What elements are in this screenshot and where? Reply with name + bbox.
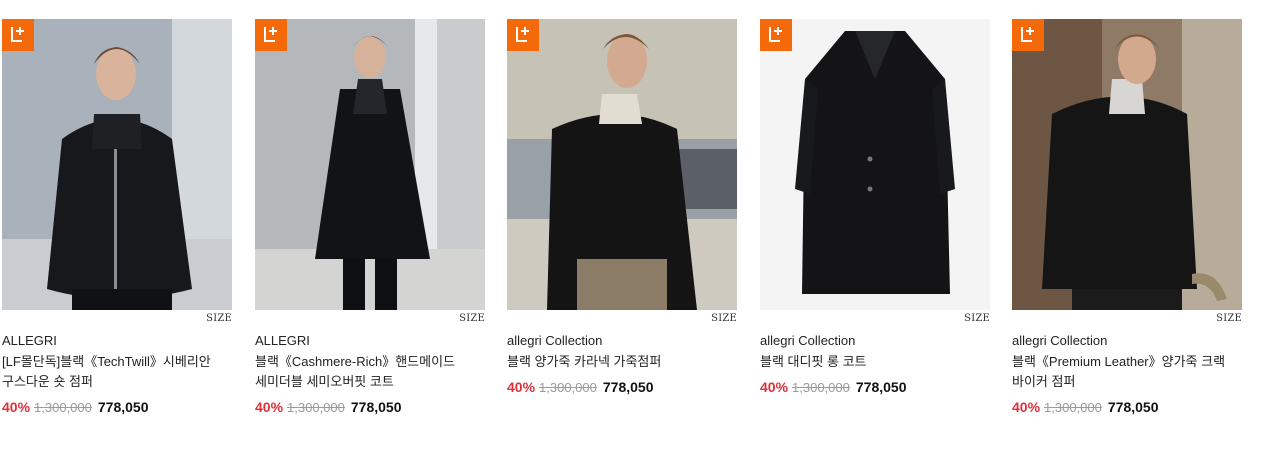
sale-price: 778,050: [350, 399, 402, 415]
size-button[interactable]: SIZE: [2, 310, 232, 328]
product-title[interactable]: 블랙 양가죽 카라넥 가죽점퍼: [507, 352, 737, 372]
product-card[interactable]: SIZE ALLEGRI [LF몰단독]블랙《TechTwill》시베리안 구스…: [2, 19, 232, 417]
price-row: 40% 1,300,000 778,050: [1012, 398, 1242, 417]
original-price: 1,300,000: [287, 400, 345, 415]
discount-rate: 40%: [507, 379, 536, 395]
product-image-link[interactable]: [2, 19, 232, 310]
product-title[interactable]: 블랙《Cashmere-Rich》핸드메이드 세미더블 세미오버핏 코트: [255, 352, 485, 392]
product-card[interactable]: SIZE ALLEGRI 블랙《Cashmere-Rich》핸드메이드 세미더블…: [255, 19, 485, 417]
size-button[interactable]: SIZE: [255, 310, 485, 328]
original-price: 1,300,000: [34, 400, 92, 415]
sale-price: 778,050: [855, 379, 907, 395]
product-photo: [2, 19, 232, 310]
product-title[interactable]: [LF몰단독]블랙《TechTwill》시베리안 구스다운 숏 점퍼: [2, 352, 232, 392]
size-button[interactable]: SIZE: [1012, 310, 1242, 328]
l-plus-badge: [1012, 19, 1044, 51]
discount-rate: 40%: [1012, 399, 1041, 415]
original-price: 1,300,000: [1044, 400, 1102, 415]
price-row: 40% 1,300,000 778,050: [2, 398, 232, 417]
l-plus-badge: [255, 19, 287, 51]
product-image-link[interactable]: [255, 19, 485, 310]
l-plus-icon: [11, 27, 24, 42]
discount-rate: 40%: [760, 379, 789, 395]
product-card[interactable]: SIZE allegri Collection 블랙 대디핏 롱 코트 40% 1…: [760, 19, 990, 397]
product-grid: SIZE ALLEGRI [LF몰단독]블랙《TechTwill》시베리안 구스…: [0, 0, 1261, 464]
l-plus-icon: [769, 27, 782, 42]
l-plus-badge: [2, 19, 34, 51]
product-photo: [1012, 19, 1242, 310]
product-photo: [507, 19, 737, 310]
size-button[interactable]: SIZE: [507, 310, 737, 328]
l-plus-icon: [264, 27, 277, 42]
product-card[interactable]: SIZE allegri Collection 블랙 양가죽 카라넥 가죽점퍼 …: [507, 19, 737, 397]
product-image-link[interactable]: [760, 19, 990, 310]
sale-price: 778,050: [1107, 399, 1159, 415]
l-plus-badge: [507, 19, 539, 51]
discount-rate: 40%: [255, 399, 284, 415]
sale-price: 778,050: [602, 379, 654, 395]
product-title[interactable]: 블랙《Premium Leather》양가죽 크랙 바이커 점퍼: [1012, 352, 1242, 392]
brand-name[interactable]: ALLEGRI: [255, 332, 485, 350]
product-photo: [760, 19, 990, 310]
l-plus-icon: [516, 27, 529, 42]
product-title[interactable]: 블랙 대디핏 롱 코트: [760, 352, 990, 372]
brand-name[interactable]: allegri Collection: [1012, 332, 1242, 350]
original-price: 1,300,000: [539, 380, 597, 395]
l-plus-icon: [1021, 27, 1034, 42]
price-row: 40% 1,300,000 778,050: [507, 378, 737, 397]
product-image-link[interactable]: [507, 19, 737, 310]
product-card[interactable]: SIZE allegri Collection 블랙《Premium Leath…: [1012, 19, 1242, 417]
sale-price: 778,050: [97, 399, 149, 415]
brand-name[interactable]: ALLEGRI: [2, 332, 232, 350]
product-image-link[interactable]: [1012, 19, 1242, 310]
original-price: 1,300,000: [792, 380, 850, 395]
product-photo: [255, 19, 485, 310]
brand-name[interactable]: allegri Collection: [507, 332, 737, 350]
l-plus-badge: [760, 19, 792, 51]
discount-rate: 40%: [2, 399, 31, 415]
price-row: 40% 1,300,000 778,050: [255, 398, 485, 417]
size-button[interactable]: SIZE: [760, 310, 990, 328]
brand-name[interactable]: allegri Collection: [760, 332, 990, 350]
price-row: 40% 1,300,000 778,050: [760, 378, 990, 397]
